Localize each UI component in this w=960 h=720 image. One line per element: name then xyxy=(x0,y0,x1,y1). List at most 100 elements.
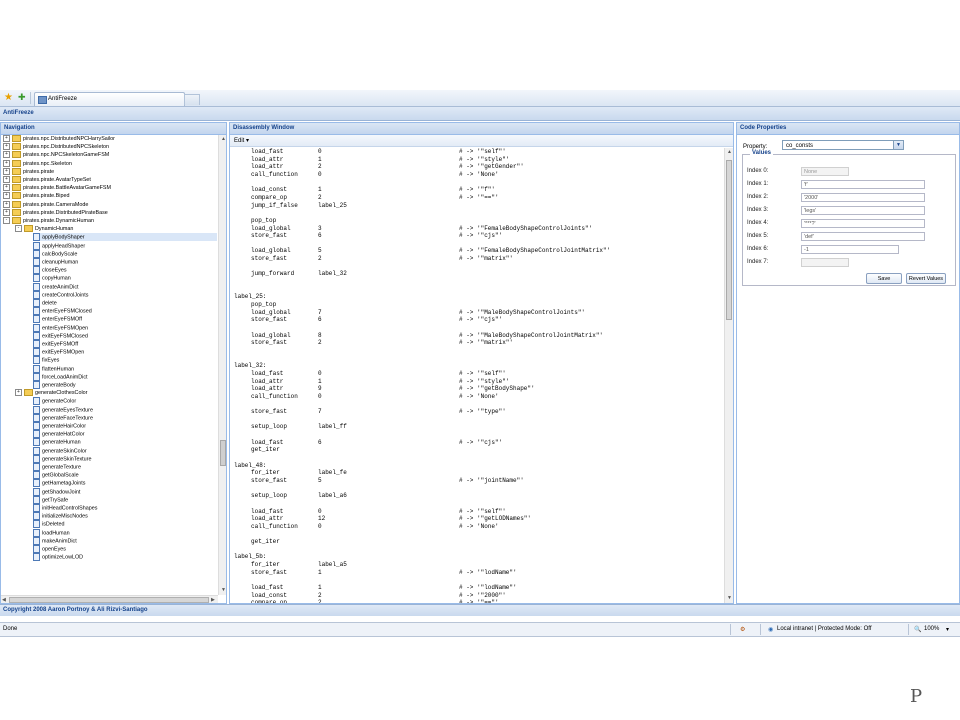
index-value-field[interactable]: -1 xyxy=(801,245,899,254)
expand-icon[interactable]: + xyxy=(3,184,10,192)
property-select[interactable]: co_consts ▼ xyxy=(782,140,904,150)
tree-item[interactable]: generateTexture xyxy=(1,463,81,471)
chevron-down-icon[interactable]: ▾ xyxy=(946,626,949,633)
method-icon xyxy=(33,299,40,307)
tree-item[interactable]: enterEyeFSMOff xyxy=(1,315,82,324)
zoom-icon[interactable]: 🔍 xyxy=(914,626,921,633)
tree-item[interactable]: fixEyes xyxy=(1,356,59,365)
scroll-up-icon[interactable]: ▲ xyxy=(727,149,732,155)
tree-item[interactable]: initializeMiscNodes xyxy=(1,512,88,521)
tree-item[interactable]: + generateClothesColor xyxy=(15,389,87,397)
tree-item-label: isDeleted xyxy=(42,521,65,528)
add-favorites-icon[interactable]: ✚ xyxy=(18,93,27,102)
tree-item[interactable]: generateSkinTexture xyxy=(1,454,91,463)
tree-item[interactable]: applyBodyShaper xyxy=(33,233,217,242)
expand-icon[interactable]: + xyxy=(3,135,10,143)
tree-item[interactable]: + pirates.npc.NPCSkeletonGameFSM xyxy=(3,151,109,159)
tree-item[interactable]: getTrySafe xyxy=(1,495,68,504)
tree-item[interactable]: + pirates.pirate.DistributedPirateBase xyxy=(3,208,108,217)
tree-item[interactable]: + pirates.pirate.CameraMode xyxy=(3,200,88,209)
disassembly-code[interactable]: load_fast 0 # -> '"self"' load_attr 1 # -> '"… xyxy=(232,148,724,603)
tree-item[interactable]: loadHuman xyxy=(1,528,70,537)
tree-item[interactable]: generateSkinColor xyxy=(1,446,87,455)
navigation-vertical-scrollbar[interactable]: ▲ ▼ xyxy=(218,135,226,595)
tree-item[interactable]: makeAnimDict xyxy=(1,536,77,545)
tree-item[interactable]: generateHatColor xyxy=(1,430,85,439)
expand-icon[interactable]: + xyxy=(3,192,10,200)
expand-icon[interactable]: + xyxy=(3,208,10,216)
tree-item[interactable]: + pirates.pirate.AvatarTypeSet xyxy=(3,176,91,184)
folder-icon xyxy=(12,184,21,192)
scroll-down-icon[interactable]: ▼ xyxy=(221,587,226,593)
tree-item[interactable]: generateColor xyxy=(1,397,76,406)
tree-item[interactable]: cleanupHuman xyxy=(1,258,78,266)
tree-item[interactable]: exitEyeFSMClosed xyxy=(1,331,88,340)
scroll-down-icon[interactable]: ▼ xyxy=(727,595,732,601)
scroll-left-icon[interactable]: ◀ xyxy=(2,597,6,603)
expand-icon[interactable]: + xyxy=(3,176,10,184)
revert-values-button[interactable]: Revert Values xyxy=(906,273,946,284)
tree-item[interactable]: + pirates.pirate.Biped xyxy=(3,192,69,200)
tree-item[interactable]: flattenHuman xyxy=(1,364,74,373)
tree-item[interactable]: optimizeLowLOD xyxy=(1,553,83,562)
tree-item[interactable]: copyHuman xyxy=(1,274,71,283)
tree-item[interactable]: generateFaceTexture xyxy=(1,413,93,422)
collapse-icon[interactable]: - xyxy=(3,217,10,225)
security-icon[interactable]: ⚙ xyxy=(740,626,745,633)
tree-item[interactable]: + pirates.npc.DistributedNPCSkeleton xyxy=(3,143,109,151)
zoom-level[interactable]: 100% xyxy=(924,626,939,632)
expand-icon[interactable]: + xyxy=(3,167,10,175)
tree-item[interactable]: generateEyesTexture xyxy=(1,405,93,414)
new-tab-button[interactable] xyxy=(184,94,200,105)
tree-item[interactable]: + pirates.pirate.BattleAvatarGameFSM xyxy=(3,184,111,192)
tree-item[interactable]: enterEyeFSMClosed xyxy=(1,307,92,316)
tree-item[interactable]: generateHuman xyxy=(1,438,81,447)
favorites-star-icon[interactable]: ★ xyxy=(4,93,13,103)
tree-item[interactable]: - DynamicHuman xyxy=(15,225,73,233)
tree-item[interactable]: initHeadControlShapes xyxy=(1,504,97,512)
scroll-up-icon[interactable]: ▲ xyxy=(221,136,226,142)
expand-icon[interactable]: + xyxy=(3,200,10,208)
tree-item[interactable]: calcBodyScale xyxy=(1,249,77,258)
tree-item[interactable]: delete xyxy=(1,299,57,307)
index-value-field[interactable]: 'def' xyxy=(801,232,925,241)
expand-icon[interactable]: + xyxy=(3,159,10,167)
browser-tab-antifreeze[interactable]: AntiFreeze xyxy=(34,92,185,106)
tree-item[interactable]: generateBody xyxy=(1,381,76,389)
save-button[interactable]: Save xyxy=(866,273,902,284)
index-value-field[interactable]: '***?' xyxy=(801,219,925,228)
navigation-vertical-scroll-thumb[interactable] xyxy=(220,440,226,466)
edit-menu-button[interactable]: Edit ▾ xyxy=(234,137,249,144)
tree-item[interactable]: createAnimDict xyxy=(1,282,79,291)
expand-icon[interactable]: + xyxy=(3,151,10,159)
tree-item[interactable]: + pirates.npc.Skeleton xyxy=(3,159,72,168)
tree-item[interactable]: openEyes xyxy=(1,545,66,553)
tree-item[interactable]: enterEyeFSMOpen xyxy=(1,323,88,332)
navigation-horizontal-scrollbar[interactable]: ◀ ▶ xyxy=(1,595,218,603)
tree-item[interactable]: forceLoadAnimDict xyxy=(1,372,88,381)
tree-item[interactable]: closeEyes xyxy=(1,266,67,275)
tree-item[interactable]: applyHeadShaper xyxy=(1,241,85,250)
index-value-field[interactable]: 'f' xyxy=(801,180,925,189)
tree-item[interactable]: getShadowJoint xyxy=(1,487,80,496)
tree-item[interactable]: getGlobalScale xyxy=(1,471,79,480)
chevron-down-icon[interactable]: ▼ xyxy=(893,141,903,149)
disassembly-scroll-thumb[interactable] xyxy=(726,160,732,320)
expand-icon[interactable]: + xyxy=(3,143,10,151)
tree-item[interactable]: generateHairColor xyxy=(1,422,86,430)
collapse-icon[interactable]: - xyxy=(15,225,22,233)
tree-item[interactable]: - pirates.pirate.DynamicHuman xyxy=(3,217,94,225)
navigation-horizontal-scroll-thumb[interactable] xyxy=(9,597,209,603)
index-value-field[interactable]: '2000' xyxy=(801,193,925,202)
scroll-right-icon[interactable]: ▶ xyxy=(211,597,215,603)
tree-item[interactable]: createControlJoints xyxy=(1,290,88,299)
tree-item[interactable]: exitEyeFSMOff xyxy=(1,340,78,348)
tree-item[interactable]: + pirates.npc.DistributedNPCHarrySailor xyxy=(3,135,115,143)
expand-icon[interactable]: + xyxy=(15,389,22,397)
tree-item[interactable]: getHametagJoints xyxy=(1,479,85,488)
tree-item[interactable]: isDeleted xyxy=(1,520,65,529)
disassembly-vertical-scrollbar[interactable]: ▲ ▼ xyxy=(724,148,733,603)
tree-item[interactable]: exitEyeFSMOpen xyxy=(1,348,84,357)
tree-item[interactable]: + pirates.pirate xyxy=(3,167,54,176)
index-value-field[interactable]: 'legs' xyxy=(801,206,925,215)
